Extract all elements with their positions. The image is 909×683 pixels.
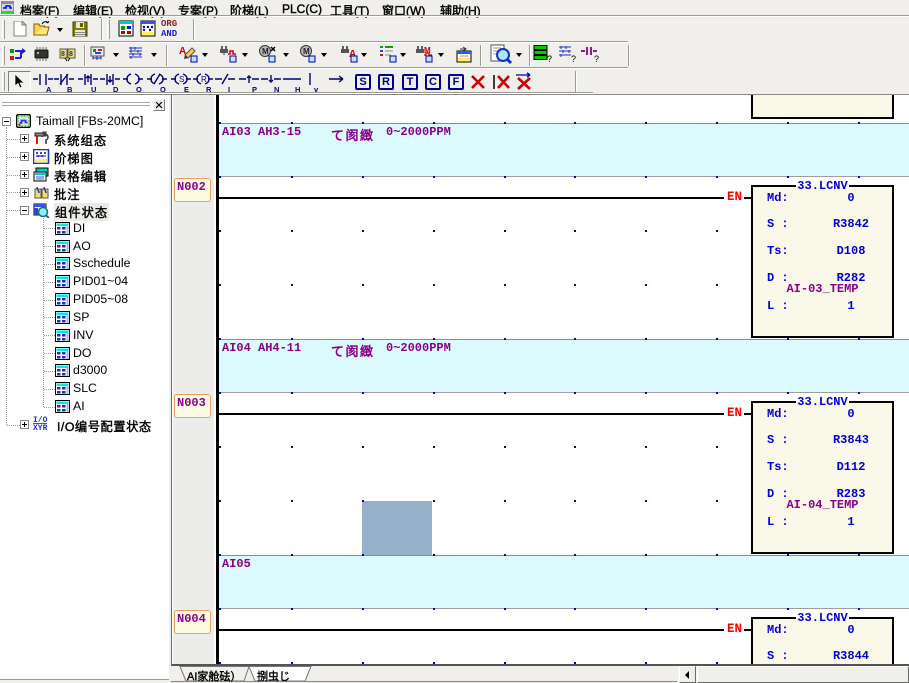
svg-text:8: 8 [69,51,73,58]
svg-text:M: M [303,47,310,56]
svg-text:M: M [424,46,431,55]
svg-text:?: ? [547,54,552,63]
svg-text:8: 8 [61,51,65,58]
svg-text:M: M [262,47,269,56]
svg-text:S: S [179,75,184,84]
svg-text:?: ? [594,54,599,63]
svg-text:R: R [201,75,207,84]
svg-text:?: ? [571,54,576,63]
